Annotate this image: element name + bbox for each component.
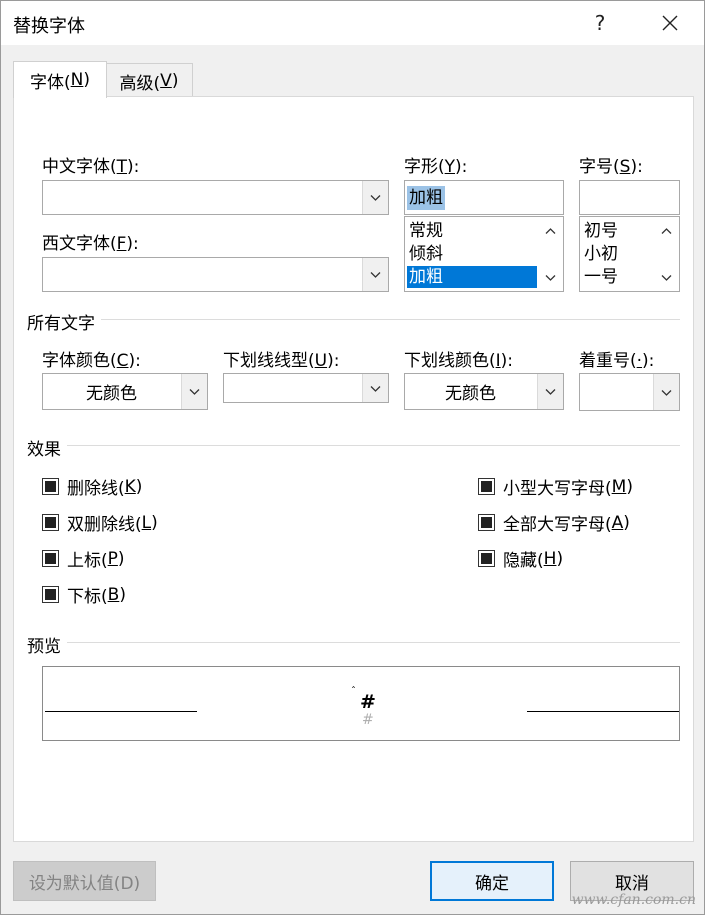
chevron-down-icon xyxy=(370,385,381,392)
tab-advanced-accesskey: V xyxy=(160,71,172,91)
chevron-down-icon xyxy=(545,389,556,395)
chinese-font-dropdown-button[interactable] xyxy=(362,181,388,214)
emphasis-mark-label: 着重号(·): xyxy=(579,351,655,371)
underline-style-combo[interactable] xyxy=(223,373,389,403)
set-default-button[interactable]: 设为默认值(D) xyxy=(13,861,156,901)
help-icon: ? xyxy=(594,11,606,35)
ok-button[interactable]: 确定 xyxy=(430,861,554,901)
preview-sample-text: # xyxy=(360,691,376,713)
double-strikethrough-checkbox[interactable]: 双删除线(L) xyxy=(42,510,158,535)
emphasis-mark-dropdown-button[interactable] xyxy=(653,374,679,410)
section-divider xyxy=(27,642,680,643)
emphasis-mark-combo[interactable] xyxy=(579,373,680,411)
chinese-font-label: 中文字体(T): xyxy=(42,157,140,177)
preview-sample-shadow: # xyxy=(362,712,374,728)
chinese-font-value xyxy=(43,181,361,214)
chevron-down-icon xyxy=(370,272,381,278)
checkbox-indeterminate-icon xyxy=(42,550,59,567)
tab-font-label-end: ) xyxy=(83,70,90,90)
effects-section-label: 效果 xyxy=(27,435,67,460)
help-button[interactable]: ? xyxy=(583,9,617,37)
font-style-label: 字形(Y): xyxy=(404,157,468,177)
scroll-down-button[interactable] xyxy=(653,265,679,289)
close-icon xyxy=(662,15,678,31)
underline-color-combo[interactable]: 无颜色 xyxy=(404,373,564,410)
checkbox-indeterminate-icon xyxy=(478,478,495,495)
underline-color-dropdown-button[interactable] xyxy=(537,374,563,409)
font-color-label: 字体颜色(C): xyxy=(42,351,141,371)
western-font-dropdown-button[interactable] xyxy=(362,258,388,291)
chinese-font-combo[interactable] xyxy=(42,180,389,215)
font-size-option[interactable]: 一号 xyxy=(582,266,652,288)
all-text-section-label: 所有文字 xyxy=(27,309,101,334)
underline-style-dropdown-button[interactable] xyxy=(362,374,388,402)
title-bar: 替换字体 ? xyxy=(1,1,704,45)
underline-style-value xyxy=(224,374,361,402)
western-font-label: 西文字体(F): xyxy=(42,234,139,254)
tab-advanced-label: 高级( xyxy=(119,73,161,94)
western-font-value xyxy=(43,258,361,291)
font-size-input[interactable] xyxy=(579,180,680,215)
checkbox-indeterminate-icon xyxy=(42,514,59,531)
watermark: www.cfan.com.cn xyxy=(571,892,696,908)
chevron-up-icon xyxy=(545,227,555,234)
checkbox-indeterminate-icon xyxy=(42,586,59,603)
tab-advanced-label-end: ) xyxy=(171,71,179,91)
section-divider xyxy=(27,319,680,320)
font-style-input-value: 加粗 xyxy=(407,186,445,210)
chevron-down-icon xyxy=(661,274,671,281)
underline-color-label: 下划线颜色(I): xyxy=(404,351,514,371)
chevron-up-icon xyxy=(661,227,671,234)
preview-baseline-left xyxy=(45,711,197,712)
preview-box: ˆ # # xyxy=(42,666,680,741)
checkbox-indeterminate-icon xyxy=(478,514,495,531)
strikethrough-checkbox[interactable]: 删除线(K) xyxy=(42,474,142,499)
checkbox-indeterminate-icon xyxy=(42,478,59,495)
chevron-down-icon xyxy=(545,274,555,281)
all-caps-checkbox[interactable]: 全部大写字母(A) xyxy=(478,510,630,535)
emphasis-mark-value xyxy=(580,374,652,410)
font-size-scrollbar[interactable] xyxy=(653,217,679,291)
scroll-up-button[interactable] xyxy=(537,219,563,243)
preview-baseline-right xyxy=(527,711,679,712)
hidden-checkbox[interactable]: 隐藏(H) xyxy=(478,546,563,571)
font-size-list[interactable]: 初号 小初 一号 xyxy=(579,216,680,292)
tab-font[interactable]: 字体(N) xyxy=(13,61,107,98)
font-color-dropdown-button[interactable] xyxy=(181,374,207,409)
close-button[interactable] xyxy=(653,9,687,37)
font-color-combo[interactable]: 无颜色 xyxy=(42,373,208,410)
chevron-down-icon xyxy=(370,195,381,201)
superscript-checkbox[interactable]: 上标(P) xyxy=(42,546,125,571)
replace-font-dialog: 替换字体 ? 字体(N) 高级(V) 中文字体(T): 西文字体(F): 字 xyxy=(0,0,705,915)
font-style-input[interactable]: 加粗 xyxy=(404,180,564,215)
font-style-list[interactable]: 常规 倾斜 加粗 xyxy=(404,216,564,292)
underline-style-label: 下划线线型(U): xyxy=(223,351,340,371)
font-style-scrollbar[interactable] xyxy=(537,217,563,291)
checkbox-indeterminate-icon xyxy=(478,550,495,567)
tab-font-label: 字体( xyxy=(30,72,71,93)
small-caps-checkbox[interactable]: 小型大写字母(M) xyxy=(478,474,633,499)
chevron-down-icon xyxy=(661,389,672,396)
preview-accent-mark: ˆ xyxy=(351,686,356,697)
subscript-checkbox[interactable]: 下标(B) xyxy=(42,582,126,607)
font-style-option[interactable]: 常规 xyxy=(407,220,537,242)
font-size-label: 字号(S): xyxy=(579,157,643,177)
section-divider xyxy=(27,445,680,446)
font-size-option[interactable]: 小初 xyxy=(582,243,652,265)
dialog-title: 替换字体 xyxy=(13,16,85,37)
tab-font-accesskey: N xyxy=(70,70,84,90)
font-style-option-selected[interactable]: 加粗 xyxy=(407,266,537,288)
preview-section-label: 预览 xyxy=(27,632,67,657)
font-size-option[interactable]: 初号 xyxy=(582,220,652,242)
tab-advanced[interactable]: 高级(V) xyxy=(105,63,193,98)
scroll-down-button[interactable] xyxy=(537,265,563,289)
font-color-value: 无颜色 xyxy=(86,384,137,404)
western-font-combo[interactable] xyxy=(42,257,389,292)
underline-color-value: 无颜色 xyxy=(445,384,496,404)
chevron-down-icon xyxy=(189,389,200,395)
font-style-option[interactable]: 倾斜 xyxy=(407,243,537,265)
scroll-up-button[interactable] xyxy=(653,219,679,243)
